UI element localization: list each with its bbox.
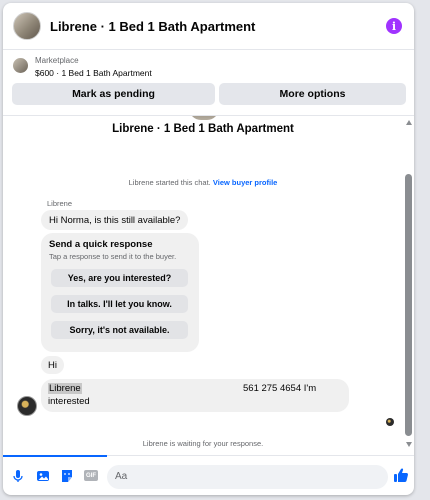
scroll-up-arrow-icon[interactable] [406,120,412,125]
quick-response-title: Send a quick response [49,239,153,250]
mark-as-pending-button[interactable]: Mark as pending [12,83,215,105]
thread-scrollbar[interactable] [404,116,414,453]
message-continuation: interested [48,396,90,407]
message-thread: Librene · 1 Bed 1 Bath Apartment Librene… [3,116,414,453]
message-bubble[interactable]: Hi [41,356,64,374]
messenger-chat-window: Librene · 1 Bed 1 Bath Apartment i Marke… [3,3,414,495]
chat-header: Librene · 1 Bed 1 Bath Apartment i [3,3,414,50]
read-receipt-avatar [386,418,394,426]
view-buyer-profile-link[interactable]: View buyer profile [213,178,277,187]
marketplace-panel: Marketplace $600 · 1 Bed 1 Bath Apartmen… [3,50,414,116]
waiting-notice: Librene is waiting for your response. [142,439,264,448]
thread-title: Librene · 1 Bed 1 Bath Apartment [112,123,294,135]
quick-response-option[interactable]: Sorry, it's not available. [51,321,188,339]
sender-avatar[interactable] [17,396,37,416]
quick-response-option[interactable]: Yes, are you interested? [51,269,188,287]
chat-started-text: Librene started this chat. [128,178,211,187]
message-input-placeholder: Aa [115,471,128,482]
like-icon[interactable] [393,467,409,483]
chat-started-notice: Librene started this chat. View buyer pr… [3,178,403,187]
composer-focus-indicator [3,455,107,457]
thread-avatar [189,116,219,120]
info-icon[interactable]: i [386,18,402,34]
more-options-button[interactable]: More options [219,83,406,105]
quick-response-option[interactable]: In talks. I'll let you know. [51,295,188,313]
message-phone: 561 275 4654 I'm [243,383,317,394]
sticker-icon[interactable] [60,469,74,483]
message-input[interactable]: Aa [107,465,388,489]
quick-response-subtitle: Tap a response to send it to the buyer. [49,252,177,261]
listing-summary[interactable]: $600 · 1 Bed 1 Bath Apartment [35,68,152,78]
scrollbar-thumb[interactable] [405,174,412,436]
message-bubble[interactable]: Hi Norma, is this still available? [41,210,189,230]
message-bubble[interactable]: Librene 561 275 4654 I'm interested [41,379,349,412]
listing-avatar[interactable] [13,12,41,40]
mic-icon[interactable] [11,469,25,483]
listing-thumbnail [13,58,28,73]
marketplace-label: Marketplace [35,56,79,65]
chat-header-title[interactable]: Librene · 1 Bed 1 Bath Apartment [50,19,386,34]
quick-response-card: Send a quick response Tap a response to … [41,233,199,352]
scroll-down-arrow-icon[interactable] [406,442,412,447]
sender-name: Librene [47,199,73,208]
gif-icon[interactable]: GIF [84,470,98,481]
message-composer: GIF Aa [3,455,414,495]
photo-icon[interactable] [36,469,50,483]
message-highlighted-name: Librene [48,383,82,394]
